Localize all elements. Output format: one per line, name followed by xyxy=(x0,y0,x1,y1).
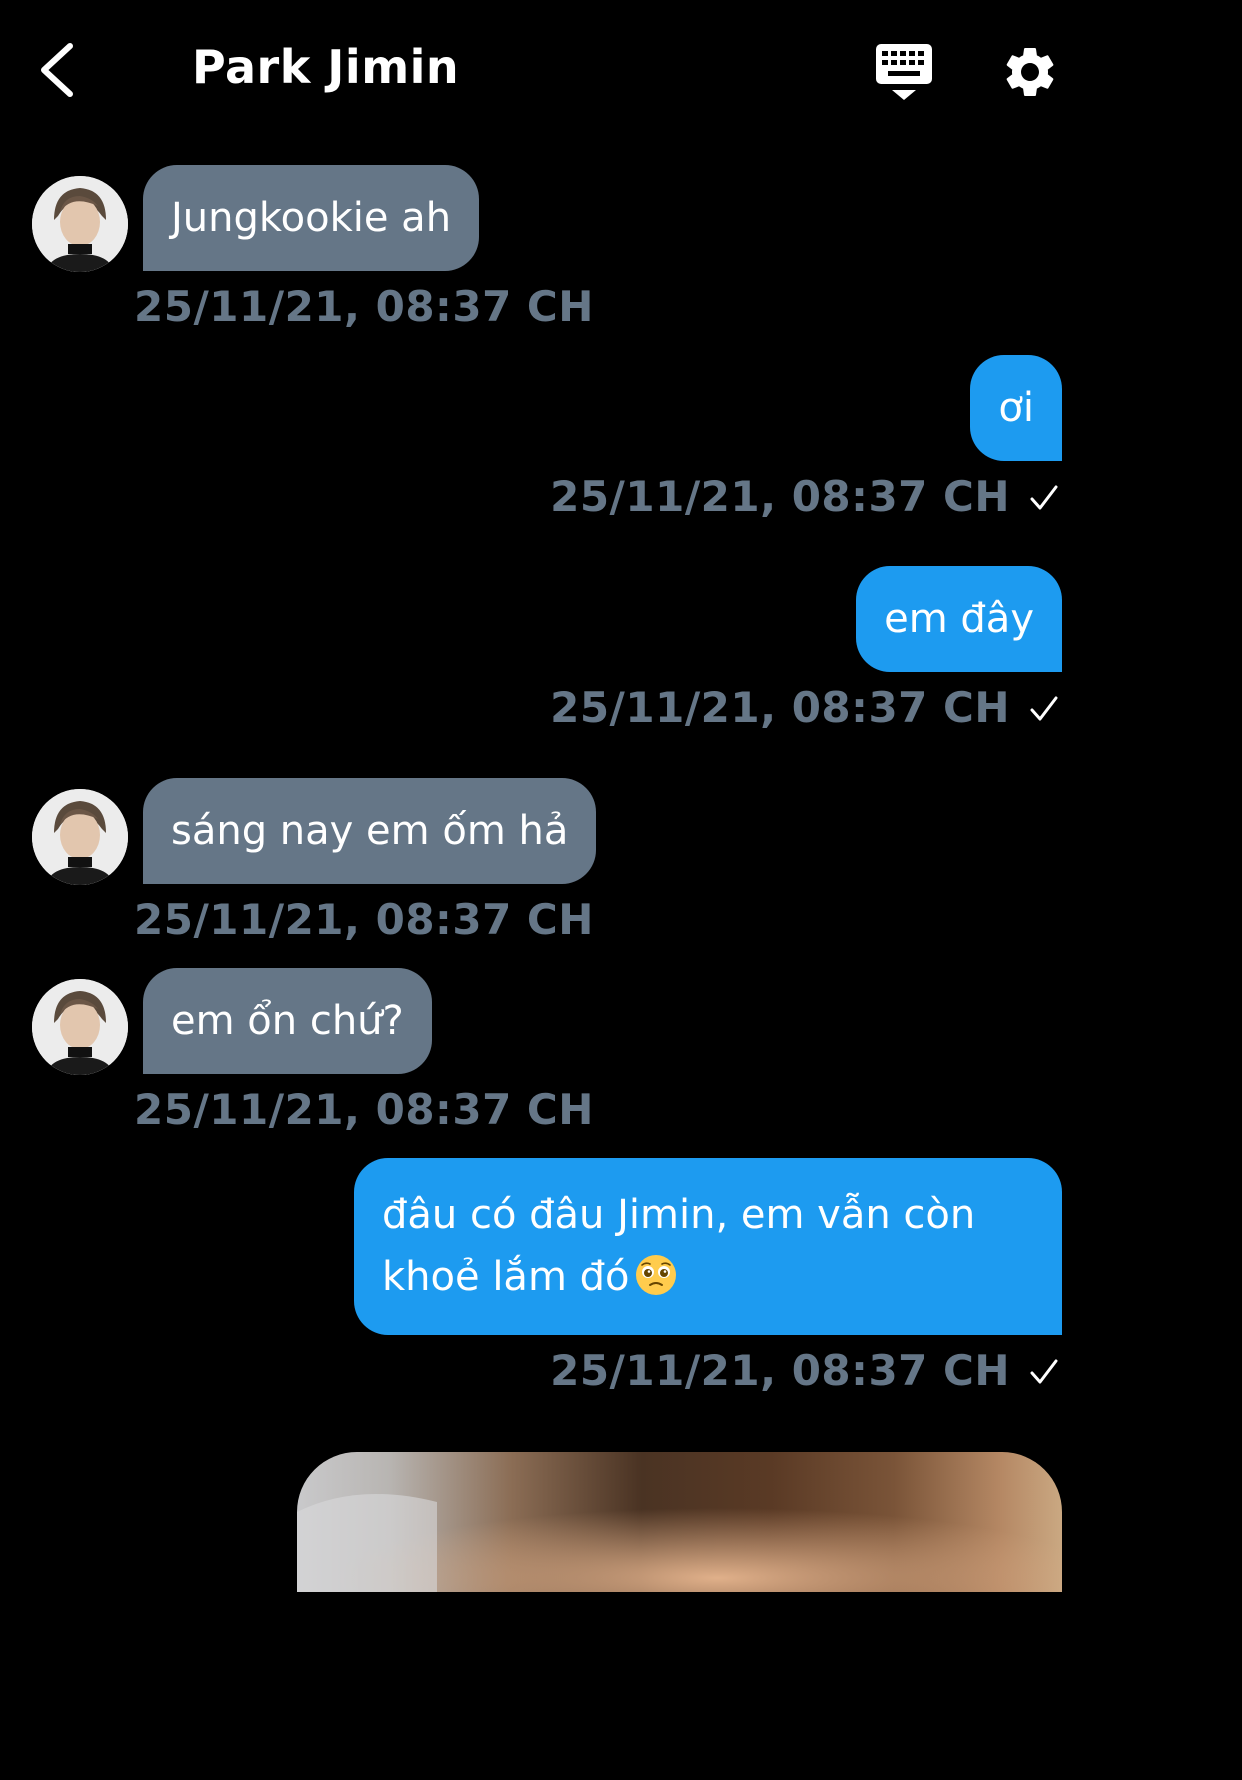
avatar[interactable] xyxy=(32,979,128,1075)
message-text-line: đâu có đâu Jimin, em vẫn còn xyxy=(382,1192,976,1238)
message-timestamp: 25/11/21, 08:37 CH xyxy=(550,683,1010,732)
back-button[interactable] xyxy=(30,38,90,102)
checkmark-icon xyxy=(1030,485,1058,510)
avatar[interactable] xyxy=(32,789,128,885)
message-bubble-outgoing[interactable]: ơi xyxy=(970,355,1062,461)
avatar[interactable] xyxy=(32,176,128,272)
photo-image xyxy=(297,1452,1062,1592)
settings-button[interactable] xyxy=(1000,42,1060,102)
message-timestamp: 25/11/21, 08:37 CH xyxy=(550,472,1010,521)
message-text-line: khoẻ lắm đó xyxy=(382,1246,1034,1308)
pleading-face-emoji-icon xyxy=(636,1255,677,1295)
keyboard-icon xyxy=(876,44,932,100)
message-timestamp: 25/11/21, 08:37 CH xyxy=(134,895,594,944)
message-bubble-outgoing[interactable]: em đây xyxy=(856,566,1062,672)
message-timestamp: 25/11/21, 08:37 CH xyxy=(134,282,594,331)
avatar-image xyxy=(32,979,128,1075)
avatar-image xyxy=(32,789,128,885)
checkmark-icon xyxy=(1030,696,1058,721)
message-text: khoẻ lắm đó xyxy=(382,1254,630,1300)
message-bubble-outgoing[interactable]: đâu có đâu Jimin, em vẫn còn khoẻ lắm đó xyxy=(354,1158,1062,1335)
gear-icon xyxy=(1006,47,1054,96)
chat-header: Park Jimin xyxy=(0,0,1094,140)
message-bubble-incoming[interactable]: em ổn chứ? xyxy=(143,968,432,1074)
message-bubble-incoming[interactable]: Jungkookie ah xyxy=(143,165,480,271)
photo-message[interactable] xyxy=(297,1452,1062,1592)
chevron-left-icon xyxy=(41,43,73,97)
checkmark-icon xyxy=(1030,1359,1058,1384)
message-timestamp: 25/11/21, 08:37 CH xyxy=(134,1085,594,1134)
page-title: Park Jimin xyxy=(192,40,460,94)
keyboard-toggle-button[interactable] xyxy=(872,40,936,104)
avatar-image xyxy=(32,176,128,272)
message-bubble-incoming[interactable]: sáng nay em ốm hả xyxy=(143,778,597,884)
message-timestamp: 25/11/21, 08:37 CH xyxy=(550,1346,1010,1395)
